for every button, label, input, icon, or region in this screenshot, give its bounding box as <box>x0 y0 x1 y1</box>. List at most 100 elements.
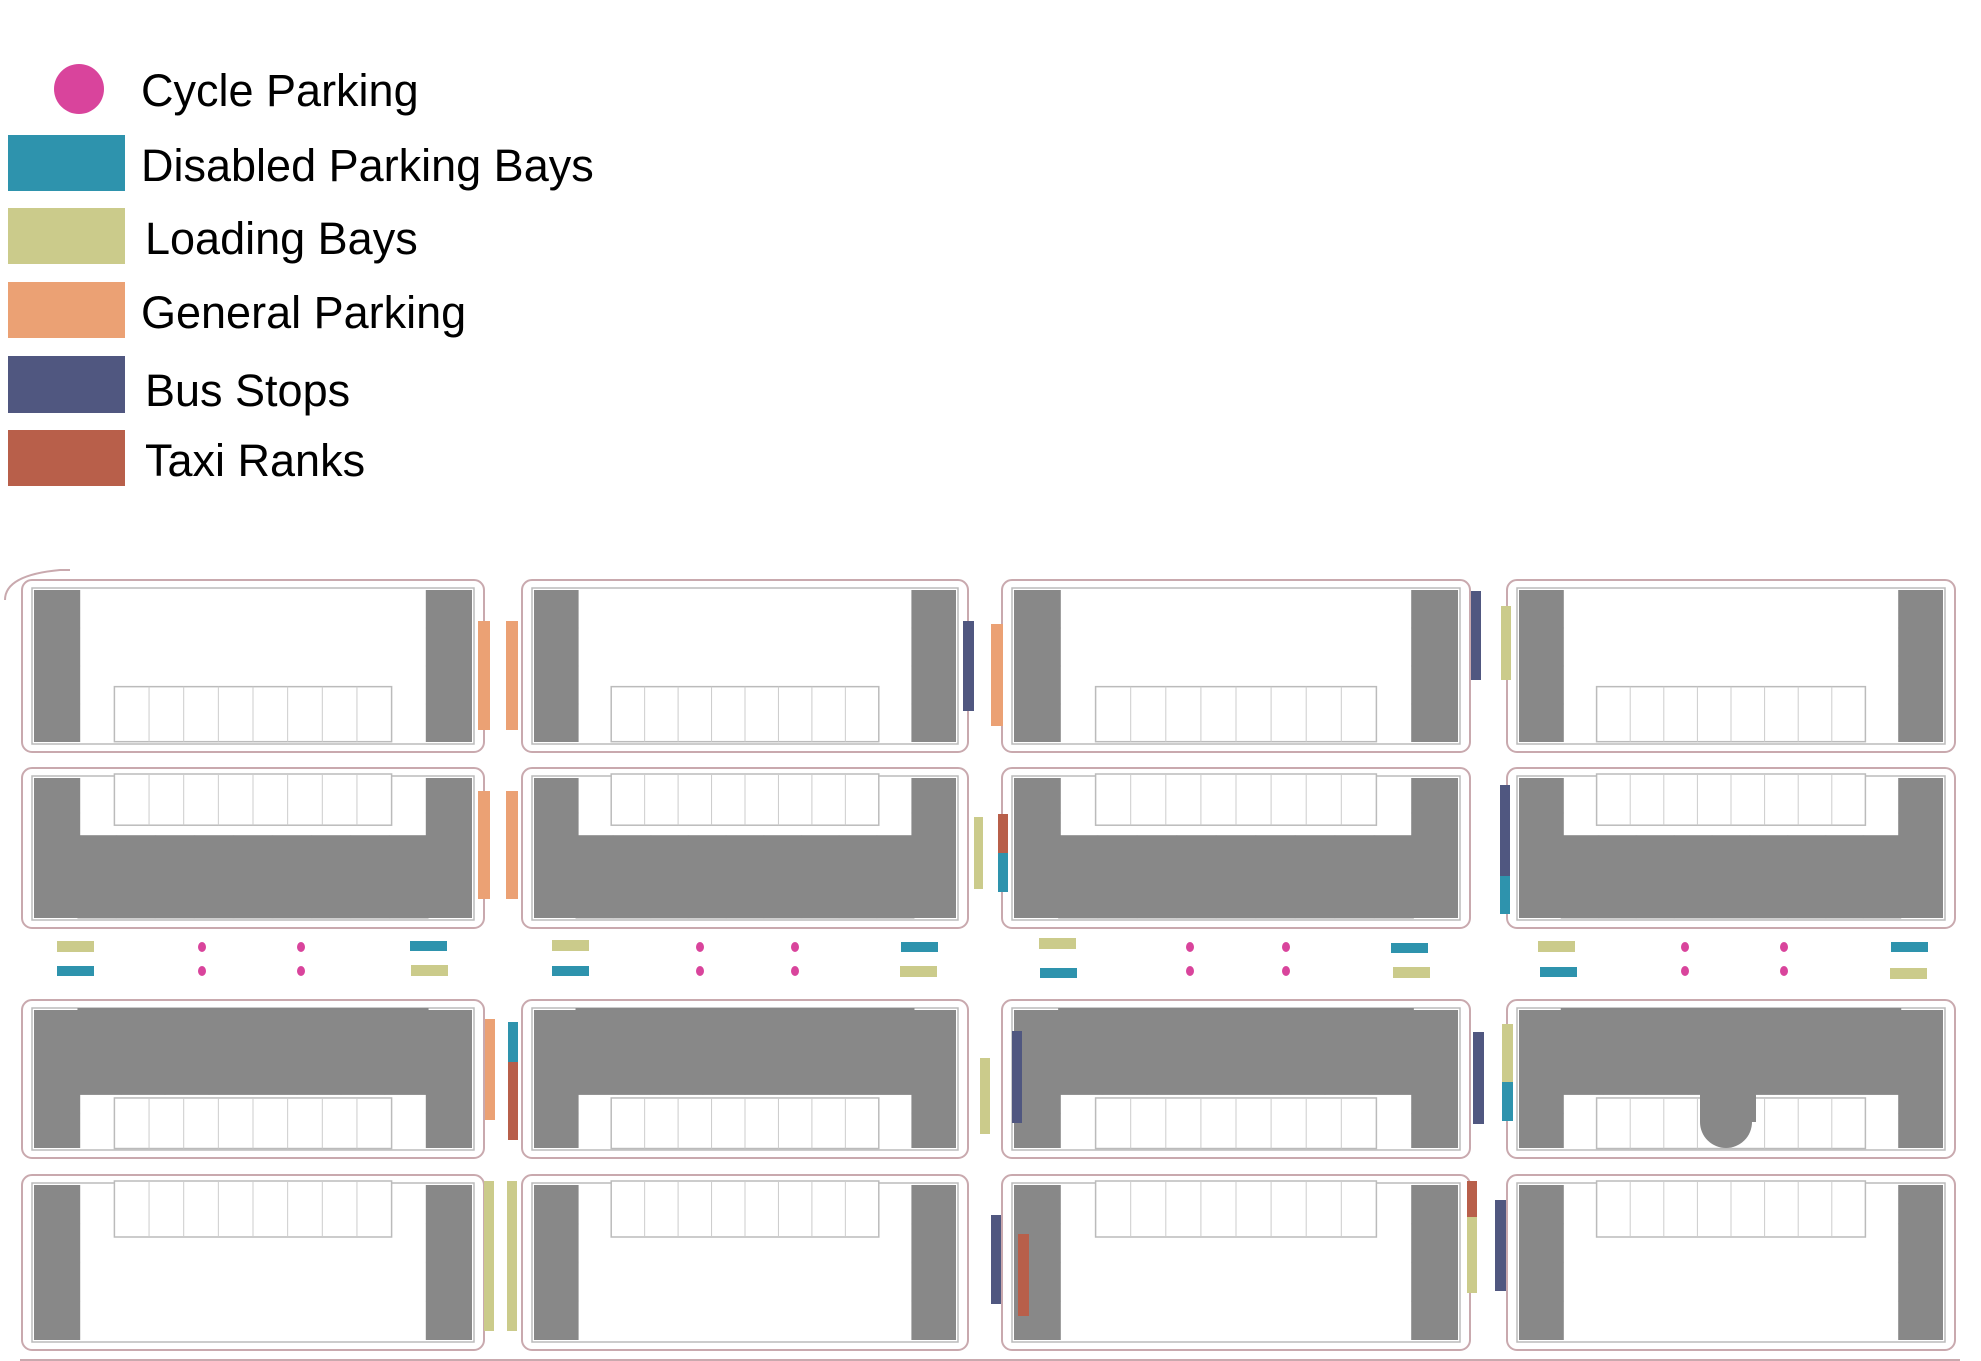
cycle-parking-marker <box>1186 942 1194 952</box>
building <box>1519 1185 1564 1340</box>
building <box>911 1185 956 1340</box>
building <box>1519 778 1564 918</box>
disabled-parking-marker <box>1500 876 1510 914</box>
building <box>1898 1010 1943 1148</box>
loading-bay-marker <box>1538 941 1575 952</box>
building <box>1058 1008 1414 1095</box>
loading-bay-marker <box>900 966 937 977</box>
disabled-parking-marker <box>1391 943 1428 953</box>
bus-stop-marker <box>1495 1200 1506 1291</box>
building <box>1898 590 1943 742</box>
loading-bay-marker <box>1039 938 1076 949</box>
building <box>77 835 429 919</box>
taxi-rank-marker <box>998 814 1008 853</box>
loading-bay-marker <box>1502 1024 1513 1082</box>
disabled-parking-marker <box>1891 942 1928 952</box>
building <box>425 778 472 918</box>
building <box>1898 778 1943 918</box>
cycle-parking-marker <box>791 942 799 952</box>
disabled-parking-marker <box>552 966 589 976</box>
general-parking-marker <box>485 1019 495 1120</box>
building <box>34 1185 81 1340</box>
disabled-parking-marker <box>508 1022 518 1062</box>
loading-bay-marker <box>411 965 448 976</box>
building <box>534 1010 579 1148</box>
building <box>425 590 472 742</box>
cycle-parking-marker <box>1780 942 1788 952</box>
loading-bay-marker <box>980 1058 990 1134</box>
bus-stop-marker <box>1471 591 1481 680</box>
building <box>575 835 915 919</box>
loading-bay-marker <box>1467 1217 1477 1293</box>
disabled-parking-marker <box>1502 1082 1513 1121</box>
general-parking-marker <box>991 624 1003 726</box>
disabled-parking-marker <box>901 942 938 952</box>
building <box>1411 590 1458 742</box>
loading-bay-marker <box>974 817 983 889</box>
taxi-rank-marker <box>508 1062 518 1140</box>
disabled-parking-marker <box>1540 967 1577 977</box>
general-parking-marker <box>506 791 518 899</box>
street-map <box>4 569 1960 1361</box>
general-parking-marker <box>478 791 490 899</box>
disabled-parking-marker <box>998 853 1008 892</box>
loading-bay-marker <box>57 941 94 952</box>
cycle-parking-marker <box>696 942 704 952</box>
building <box>1411 1185 1458 1340</box>
city-blocks <box>4 569 1960 1361</box>
cycle-parking-marker <box>1282 966 1290 976</box>
loading-bay-marker <box>1501 606 1511 680</box>
building <box>1519 1010 1564 1148</box>
building <box>1058 835 1414 919</box>
building <box>425 1185 472 1340</box>
loading-bay-marker <box>1890 968 1927 979</box>
building <box>911 778 956 918</box>
cycle-parking-marker <box>297 966 305 976</box>
building <box>34 778 81 918</box>
building <box>1411 1010 1458 1148</box>
bus-stop-marker <box>1500 785 1510 876</box>
bus-stop-marker <box>1473 1032 1484 1124</box>
taxi-rank-marker <box>1467 1181 1477 1217</box>
general-parking-marker <box>478 621 490 730</box>
loading-bay-marker <box>507 1181 517 1331</box>
loading-bay-marker <box>1393 967 1430 978</box>
bus-stop-marker <box>991 1215 1001 1304</box>
building <box>1014 590 1061 742</box>
cycle-parking-marker <box>696 966 704 976</box>
cycle-parking-marker <box>791 966 799 976</box>
building <box>1411 778 1458 918</box>
building <box>575 1008 915 1095</box>
disabled-parking-marker <box>57 966 94 976</box>
building <box>534 778 579 918</box>
loading-bay-marker <box>552 940 589 951</box>
building <box>1014 778 1061 918</box>
cycle-parking-marker <box>1681 966 1689 976</box>
cycle-parking-marker <box>297 942 305 952</box>
domed-building <box>1696 852 1756 908</box>
building <box>534 1185 579 1340</box>
cycle-parking-marker <box>1282 942 1290 952</box>
building <box>911 590 956 742</box>
building <box>1898 1185 1943 1340</box>
loading-bay-marker <box>484 1181 494 1331</box>
general-parking-marker <box>506 621 518 730</box>
disabled-parking-marker <box>1040 968 1077 978</box>
building <box>911 1010 956 1148</box>
building <box>77 1008 429 1095</box>
bus-stop-marker <box>1012 1031 1022 1123</box>
building <box>534 590 579 742</box>
building <box>1519 590 1564 742</box>
building <box>34 590 81 742</box>
cycle-parking-marker <box>198 966 206 976</box>
bus-stop-marker <box>963 621 974 711</box>
cycle-parking-marker <box>198 942 206 952</box>
cycle-parking-marker <box>1186 966 1194 976</box>
building <box>34 1010 81 1148</box>
taxi-rank-marker <box>1018 1234 1029 1316</box>
cycle-parking-marker <box>1780 966 1788 976</box>
domed-building <box>1700 1096 1752 1148</box>
cycle-parking-marker <box>1681 942 1689 952</box>
disabled-parking-marker <box>410 941 447 951</box>
building <box>425 1010 472 1148</box>
